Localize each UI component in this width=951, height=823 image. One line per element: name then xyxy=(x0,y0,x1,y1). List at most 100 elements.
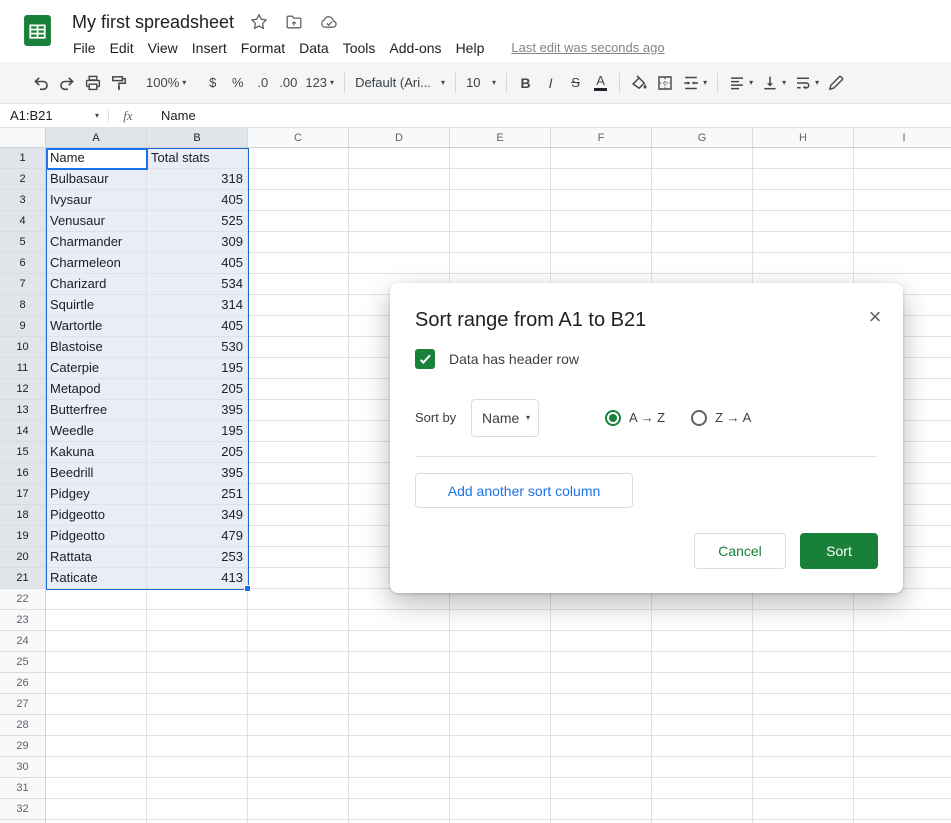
sort-column-dropdown[interactable]: Name ▾ xyxy=(471,398,539,437)
cell-C19[interactable] xyxy=(248,526,349,547)
radio-z-to-a[interactable]: Z → A xyxy=(691,409,751,426)
cell-E29[interactable] xyxy=(450,736,551,757)
cell-B11[interactable]: 195 xyxy=(147,358,248,379)
cell-H27[interactable] xyxy=(753,694,854,715)
col-header-C[interactable]: C xyxy=(248,128,349,148)
cell-E31[interactable] xyxy=(450,778,551,799)
decrease-decimal-places-button[interactable]: .0 xyxy=(250,70,275,96)
cell-A13[interactable]: Butterfree xyxy=(46,400,147,421)
cell-B6[interactable]: 405 xyxy=(147,253,248,274)
cell-I24[interactable] xyxy=(854,631,951,652)
close-icon[interactable]: × xyxy=(861,303,889,331)
cell-B27[interactable] xyxy=(147,694,248,715)
cell-H2[interactable] xyxy=(753,169,854,190)
cell-E3[interactable] xyxy=(450,190,551,211)
cell-B8[interactable]: 314 xyxy=(147,295,248,316)
cell-C14[interactable] xyxy=(248,421,349,442)
cell-F3[interactable] xyxy=(551,190,652,211)
sort-button[interactable]: Sort xyxy=(800,533,878,569)
strikethrough-button[interactable]: S xyxy=(563,70,588,96)
cell-C18[interactable] xyxy=(248,505,349,526)
cell-G25[interactable] xyxy=(652,652,753,673)
row-header-28[interactable]: 28 xyxy=(0,715,46,736)
cell-I3[interactable] xyxy=(854,190,951,211)
cell-B30[interactable] xyxy=(147,757,248,778)
cell-F26[interactable] xyxy=(551,673,652,694)
cell-A4[interactable]: Venusaur xyxy=(46,211,147,232)
row-header-6[interactable]: 6 xyxy=(0,253,46,274)
cell-G26[interactable] xyxy=(652,673,753,694)
cell-F4[interactable] xyxy=(551,211,652,232)
menu-data[interactable]: Data xyxy=(292,38,336,58)
cell-A9[interactable]: Wartortle xyxy=(46,316,147,337)
cell-D6[interactable] xyxy=(349,253,450,274)
cell-H28[interactable] xyxy=(753,715,854,736)
row-header-9[interactable]: 9 xyxy=(0,316,46,337)
cell-E30[interactable] xyxy=(450,757,551,778)
cell-A25[interactable] xyxy=(46,652,147,673)
menu-tools[interactable]: Tools xyxy=(336,38,383,58)
cell-C28[interactable] xyxy=(248,715,349,736)
cell-A26[interactable] xyxy=(46,673,147,694)
format-as-percent-button[interactable]: % xyxy=(225,70,250,96)
cell-F30[interactable] xyxy=(551,757,652,778)
cell-B21[interactable]: 413 xyxy=(147,568,248,589)
cell-F28[interactable] xyxy=(551,715,652,736)
cell-C8[interactable] xyxy=(248,295,349,316)
cell-I4[interactable] xyxy=(854,211,951,232)
cell-F27[interactable] xyxy=(551,694,652,715)
cell-C5[interactable] xyxy=(248,232,349,253)
cell-I2[interactable] xyxy=(854,169,951,190)
cell-G27[interactable] xyxy=(652,694,753,715)
cell-D28[interactable] xyxy=(349,715,450,736)
cell-A12[interactable]: Metapod xyxy=(46,379,147,400)
cell-A3[interactable]: Ivysaur xyxy=(46,190,147,211)
cell-F25[interactable] xyxy=(551,652,652,673)
cell-E32[interactable] xyxy=(450,799,551,820)
cell-B2[interactable]: 318 xyxy=(147,169,248,190)
cell-C12[interactable] xyxy=(248,379,349,400)
cell-B4[interactable]: 525 xyxy=(147,211,248,232)
row-header-5[interactable]: 5 xyxy=(0,232,46,253)
cell-H1[interactable] xyxy=(753,148,854,169)
row-header-22[interactable]: 22 xyxy=(0,589,46,610)
redo-button[interactable] xyxy=(54,70,80,96)
cell-I23[interactable] xyxy=(854,610,951,631)
cell-C24[interactable] xyxy=(248,631,349,652)
cell-C10[interactable] xyxy=(248,337,349,358)
row-header-17[interactable]: 17 xyxy=(0,484,46,505)
cell-C21[interactable] xyxy=(248,568,349,589)
more-formats-button[interactable]: 123 ▾ xyxy=(301,70,338,96)
menu-help[interactable]: Help xyxy=(449,38,492,58)
star-icon[interactable] xyxy=(249,12,269,32)
cell-C25[interactable] xyxy=(248,652,349,673)
row-header-11[interactable]: 11 xyxy=(0,358,46,379)
col-header-B[interactable]: B xyxy=(147,128,248,148)
row-header-30[interactable]: 30 xyxy=(0,757,46,778)
row-header-7[interactable]: 7 xyxy=(0,274,46,295)
text-color-button[interactable]: A xyxy=(588,70,613,96)
cell-F23[interactable] xyxy=(551,610,652,631)
cell-F29[interactable] xyxy=(551,736,652,757)
cell-C4[interactable] xyxy=(248,211,349,232)
col-header-A[interactable]: A xyxy=(46,128,147,148)
row-header-32[interactable]: 32 xyxy=(0,799,46,820)
cell-A1[interactable]: Name xyxy=(46,148,147,169)
cell-D3[interactable] xyxy=(349,190,450,211)
row-header-25[interactable]: 25 xyxy=(0,652,46,673)
cell-C23[interactable] xyxy=(248,610,349,631)
cell-D27[interactable] xyxy=(349,694,450,715)
cell-G32[interactable] xyxy=(652,799,753,820)
print-button[interactable] xyxy=(80,70,106,96)
text-wrap-button[interactable]: ▾ xyxy=(790,70,823,96)
cell-I28[interactable] xyxy=(854,715,951,736)
cell-C20[interactable] xyxy=(248,547,349,568)
cell-B7[interactable]: 534 xyxy=(147,274,248,295)
cell-F24[interactable] xyxy=(551,631,652,652)
cell-H24[interactable] xyxy=(753,631,854,652)
cell-G23[interactable] xyxy=(652,610,753,631)
cell-D23[interactable] xyxy=(349,610,450,631)
menu-format[interactable]: Format xyxy=(234,38,292,58)
row-header-1[interactable]: 1 xyxy=(0,148,46,169)
col-header-F[interactable]: F xyxy=(551,128,652,148)
